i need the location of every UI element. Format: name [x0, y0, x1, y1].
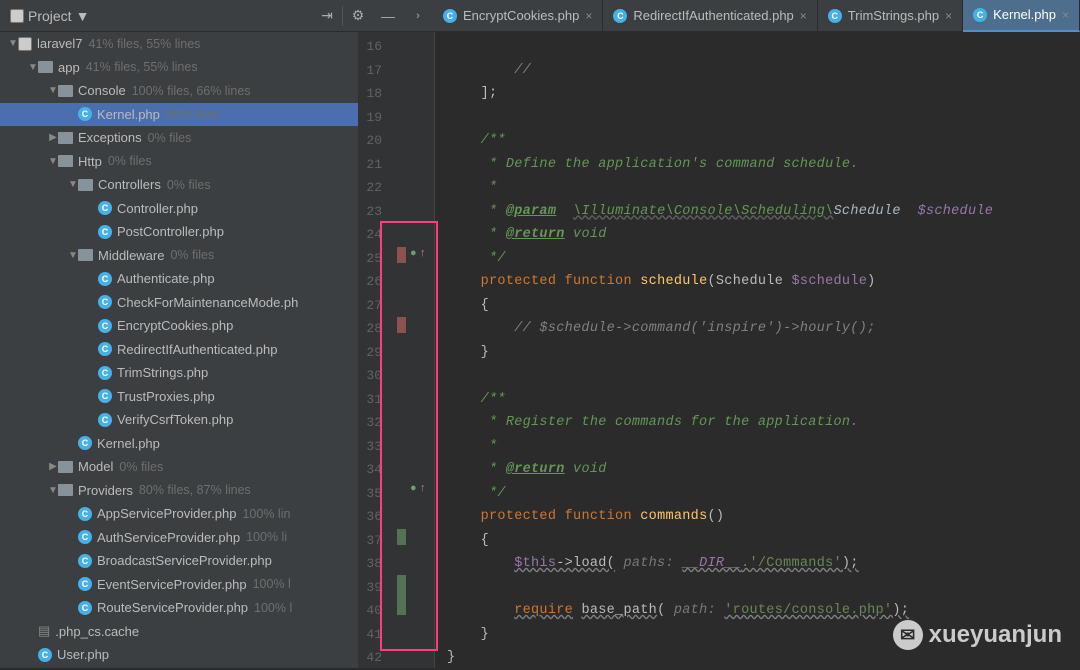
- tree-node[interactable]: ▤.php_cs.cache: [0, 620, 358, 644]
- php-file-icon: C: [613, 9, 627, 23]
- tree-node[interactable]: CEventServiceProvider.php100% l: [0, 573, 358, 597]
- chevron-icon[interactable]: ▼: [48, 156, 58, 167]
- tree-node[interactable]: CTrimStrings.php: [0, 361, 358, 385]
- editor-tab[interactable]: CEncryptCookies.php×: [433, 0, 603, 32]
- php-file-icon: C: [828, 9, 842, 23]
- tree-node[interactable]: CVerifyCsrfToken.php: [0, 408, 358, 432]
- php-file-icon: C: [78, 577, 92, 591]
- code-content[interactable]: // ]; /** * Define the application's com…: [435, 32, 1080, 668]
- code-editor: 1617181920212223242526272829303132333435…: [358, 32, 1080, 668]
- tree-node[interactable]: CAuthenticate.php: [0, 267, 358, 291]
- chevron-icon[interactable]: ▼: [48, 85, 58, 96]
- tree-node[interactable]: CKernel.php66% lines: [0, 103, 358, 127]
- close-icon[interactable]: ×: [800, 9, 807, 23]
- chevron-icon[interactable]: ▼: [68, 179, 78, 190]
- folder-icon: [58, 132, 73, 144]
- chevron-icon[interactable]: ▼: [28, 62, 38, 73]
- tree-node[interactable]: CRouteServiceProvider.php100% l: [0, 596, 358, 620]
- folder-icon: [78, 179, 93, 191]
- project-selector[interactable]: Project ▼: [0, 8, 99, 24]
- project-label: Project: [28, 8, 72, 24]
- php-file-icon: C: [78, 107, 92, 121]
- php-file-icon: C: [38, 648, 52, 662]
- folder-icon: [58, 85, 73, 97]
- php-file-icon: C: [98, 225, 112, 239]
- php-file-icon: C: [98, 272, 112, 286]
- php-file-icon: C: [98, 366, 112, 380]
- tree-node[interactable]: ▼laravel741% files, 55% lines: [0, 32, 358, 56]
- folder-icon: [78, 249, 93, 261]
- close-icon[interactable]: ×: [945, 9, 952, 23]
- php-file-icon: C: [98, 413, 112, 427]
- tree-node[interactable]: ▶Model0% files: [0, 455, 358, 479]
- php-file-icon: C: [98, 201, 112, 215]
- gear-icon[interactable]: ⚙: [349, 7, 367, 25]
- php-file-icon: C: [78, 436, 92, 450]
- editor-tab[interactable]: CTrimStrings.php×: [818, 0, 963, 32]
- editor-tab[interactable]: CKernel.php×: [963, 0, 1080, 32]
- php-file-icon: C: [78, 554, 92, 568]
- close-icon[interactable]: ×: [585, 9, 592, 23]
- text-file-icon: ▤: [38, 623, 50, 639]
- tree-node[interactable]: CTrustProxies.php: [0, 385, 358, 409]
- folder-icon: [38, 61, 53, 73]
- tree-node[interactable]: ▼app41% files, 55% lines: [0, 56, 358, 80]
- collapse-icon[interactable]: ⇥: [318, 7, 336, 25]
- tree-node[interactable]: CAuthServiceProvider.php100% li: [0, 526, 358, 550]
- php-file-icon: C: [78, 507, 92, 521]
- tree-node[interactable]: ▼Controllers0% files: [0, 173, 358, 197]
- tree-node[interactable]: CPostController.php: [0, 220, 358, 244]
- php-file-icon: C: [98, 342, 112, 356]
- chevron-icon[interactable]: ▶: [48, 132, 58, 143]
- chevron-icon[interactable]: ▼: [68, 250, 78, 261]
- php-file-icon: C: [98, 295, 112, 309]
- project-icon: [10, 9, 24, 23]
- tree-node[interactable]: ▶Exceptions0% files: [0, 126, 358, 150]
- tree-node[interactable]: CController.php: [0, 197, 358, 221]
- chevron-icon[interactable]: ▼: [48, 485, 58, 496]
- tree-node[interactable]: ▼Console100% files, 66% lines: [0, 79, 358, 103]
- tree-node[interactable]: CCheckForMaintenanceMode.ph: [0, 291, 358, 315]
- folder-icon: [58, 461, 73, 473]
- editor-tabs: CEncryptCookies.php×CRedirectIfAuthentic…: [433, 0, 1080, 32]
- project-icon: [18, 37, 32, 51]
- watermark: ✉ xueyuanjun: [893, 620, 1062, 650]
- tree-node[interactable]: CEncryptCookies.php: [0, 314, 358, 338]
- main-toolbar: Project ▼ ⇥ ⚙ — › CEncryptCookies.php×CR…: [0, 0, 1080, 32]
- gutter-marks: ● ↑ ● ↑: [390, 32, 435, 668]
- project-sidebar: ▼laravel741% files, 55% lines▼app41% fil…: [0, 32, 358, 668]
- tree-node[interactable]: ▼Http0% files: [0, 150, 358, 174]
- highlight-box: [380, 221, 438, 651]
- minimize-icon[interactable]: —: [379, 7, 397, 25]
- php-file-icon: C: [973, 8, 987, 22]
- tree-node[interactable]: CAppServiceProvider.php100% lin: [0, 502, 358, 526]
- tree-node[interactable]: CKernel.php: [0, 432, 358, 456]
- php-file-icon: C: [78, 530, 92, 544]
- php-file-icon: C: [98, 389, 112, 403]
- wechat-icon: ✉: [893, 620, 923, 650]
- php-file-icon: C: [443, 9, 457, 23]
- tree-node[interactable]: ▼Middleware0% files: [0, 244, 358, 268]
- folder-icon: [58, 484, 73, 496]
- close-icon[interactable]: ×: [1062, 8, 1069, 22]
- tree-node[interactable]: ▼Providers80% files, 87% lines: [0, 479, 358, 503]
- php-file-icon: C: [98, 319, 112, 333]
- tree-node[interactable]: CUser.php: [0, 643, 358, 667]
- folder-icon: [58, 155, 73, 167]
- tree-node[interactable]: CRedirectIfAuthenticated.php: [0, 338, 358, 362]
- chevron-icon[interactable]: ▶: [48, 461, 58, 472]
- chevron-down-icon: ▼: [76, 8, 90, 24]
- php-file-icon: C: [78, 601, 92, 615]
- chevron-icon[interactable]: ▼: [8, 38, 18, 49]
- editor-tab[interactable]: CRedirectIfAuthenticated.php×: [603, 0, 817, 32]
- arrows-left-icon[interactable]: ›: [409, 7, 427, 25]
- tree-node[interactable]: CBroadcastServiceProvider.php: [0, 549, 358, 573]
